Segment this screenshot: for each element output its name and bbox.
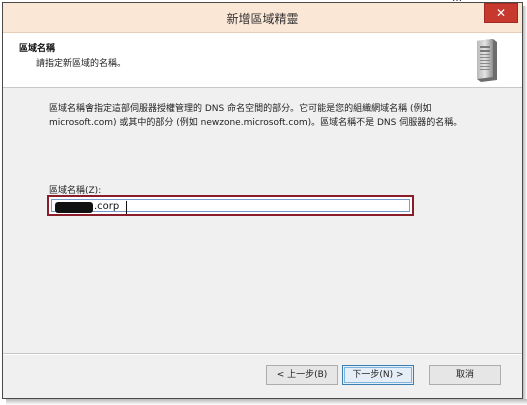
back-button-label: < 上一步(B) <box>276 370 328 380</box>
wizard-content: 區域名稱會指定這部伺服器授權管理的 DNS 命名空間的部分。它可能是您的組織網域… <box>3 88 522 354</box>
zone-description: 區域名稱會指定這部伺服器授權管理的 DNS 命名空間的部分。它可能是您的組織網域… <box>49 104 463 128</box>
close-button[interactable]: ✕ <box>484 3 518 23</box>
next-button-label: 下一步(N) > <box>352 370 404 380</box>
page-title: 區域名稱 <box>19 44 56 54</box>
next-button[interactable]: 下一步(N) > <box>342 365 414 385</box>
page-subtitle: 請指定新區域的名稱。 <box>36 59 127 69</box>
window-shadow-bottom <box>6 399 527 405</box>
zone-name-value: .corp <box>94 201 120 212</box>
window-title: 新增區域精靈 <box>226 12 299 26</box>
cancel-button[interactable]: 取消 <box>429 365 501 385</box>
back-button[interactable]: < 上一步(B) <box>266 365 338 385</box>
server-tower-icon <box>477 39 497 82</box>
wizard-header: 區域名稱 請指定新區域的名稱。 <box>3 33 522 88</box>
highlight-box: .corp <box>47 195 414 216</box>
text-caret <box>126 201 127 214</box>
wizard-window: 新增區域精靈 ✕ 區域名稱 請指定新區域的名稱。 區域名稱會指定這部伺服器授權管… <box>2 2 523 399</box>
window-shadow-right <box>523 6 527 402</box>
title-bar[interactable]: 新增區域精靈 ✕ <box>3 3 522 33</box>
footer-separator-highlight <box>3 354 522 355</box>
redaction-mark <box>55 202 93 213</box>
zone-name-input[interactable]: .corp <box>51 199 410 214</box>
cancel-button-label: 取消 <box>455 370 474 380</box>
close-icon: ✕ <box>495 6 507 20</box>
